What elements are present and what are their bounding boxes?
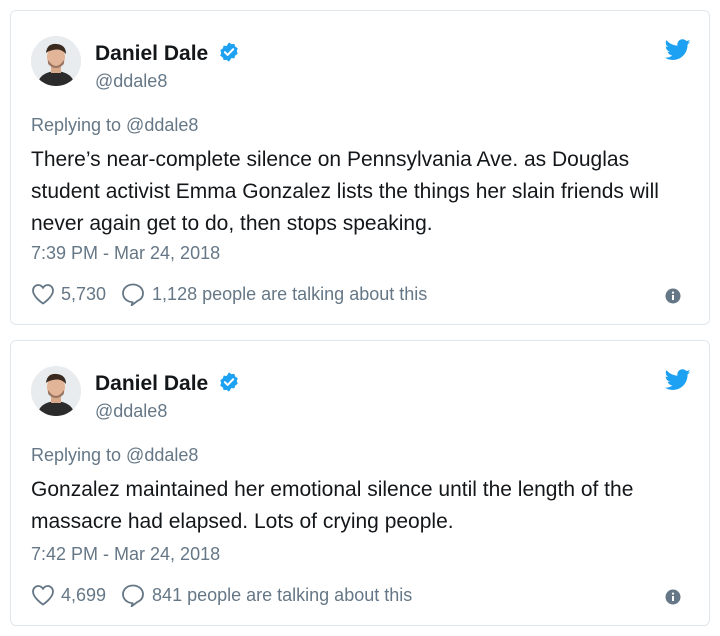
like-count[interactable]: 4,699 <box>61 585 106 606</box>
author-handle[interactable]: @ddale8 <box>95 401 167 422</box>
replying-to[interactable]: Replying to @ddale8 <box>31 445 198 466</box>
avatar[interactable] <box>31 366 81 416</box>
author-handle[interactable]: @ddale8 <box>95 71 167 92</box>
author-name-text[interactable]: Daniel Dale <box>95 372 208 395</box>
talking-count[interactable]: 841 people are talking about this <box>152 585 412 606</box>
verified-icon <box>220 372 238 392</box>
tweet-actions: 5,730 1,128 people are talking about thi… <box>31 281 427 307</box>
author-name[interactable]: Daniel Dale <box>95 371 240 396</box>
timestamp[interactable]: 7:39 PM - Mar 24, 2018 <box>31 243 220 264</box>
like-count[interactable]: 5,730 <box>61 284 106 305</box>
verified-icon <box>220 42 238 62</box>
speech-bubble-icon[interactable] <box>120 583 146 607</box>
tweet-card: Daniel Dale @ddale8 Replying to @ddale8 … <box>10 340 710 626</box>
speech-bubble-icon[interactable] <box>120 282 146 306</box>
replying-to[interactable]: Replying to @ddale8 <box>31 115 198 136</box>
tweet-text: Gonzalez maintained her emotional silenc… <box>31 478 634 533</box>
twitter-bird-icon[interactable] <box>665 39 691 61</box>
tweet-card: Daniel Dale @ddale8 Replying to @ddale8 … <box>10 10 710 325</box>
avatar[interactable] <box>31 36 81 86</box>
talking-count[interactable]: 1,128 people are talking about this <box>152 284 427 305</box>
twitter-bird-icon[interactable] <box>665 369 691 391</box>
timestamp[interactable]: 7:42 PM - Mar 24, 2018 <box>31 544 220 565</box>
author-name-text[interactable]: Daniel Dale <box>95 42 208 65</box>
info-icon[interactable] <box>665 288 681 304</box>
tweet-text: There’s near-complete silence on Pennsyl… <box>31 148 659 235</box>
heart-icon[interactable] <box>31 584 55 606</box>
heart-icon[interactable] <box>31 283 55 305</box>
author-name[interactable]: Daniel Dale <box>95 41 240 66</box>
tweet-actions: 4,699 841 people are talking about this <box>31 582 412 608</box>
info-icon[interactable] <box>665 589 681 605</box>
